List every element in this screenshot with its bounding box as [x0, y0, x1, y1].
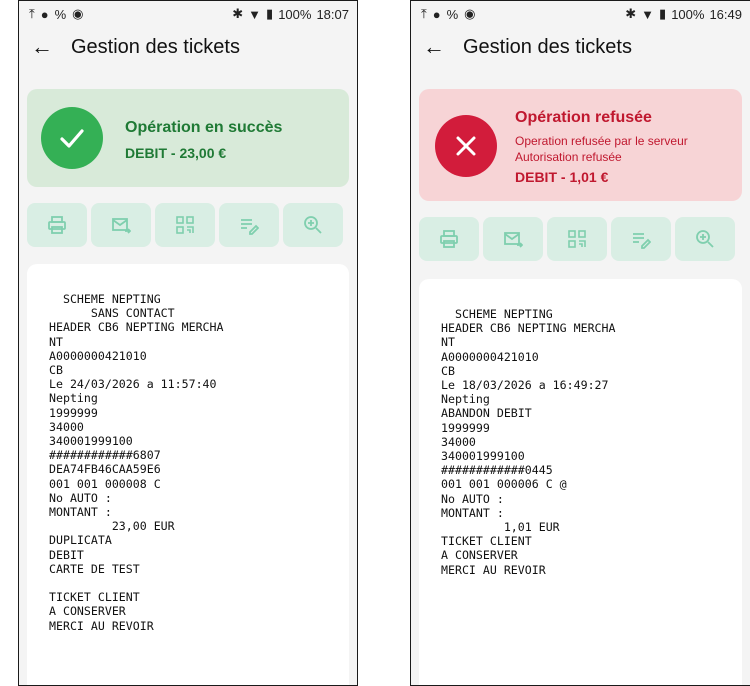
result-title: Opération refusée: [515, 109, 652, 126]
page-title: Gestion des tickets: [463, 35, 632, 58]
ticket-receipt: SCHEME NEPTING SANS CONTACT HEADER CB6 N…: [27, 264, 349, 685]
result-amount: DEBIT - 1,01 €: [515, 169, 609, 185]
system-icons: ✱ ▼ ▮ 100% 18:07: [232, 6, 349, 22]
shield-icon: ◉: [464, 6, 476, 21]
qr-code-button[interactable]: [155, 203, 215, 247]
app-icon: ●: [40, 6, 49, 22]
bluetooth-icon: ✱: [625, 6, 637, 21]
phone-screen-refused: ⤒ ● % ◉ ✱ ▼ ▮ 100% 16:49 ← Gestion des t…: [410, 0, 750, 686]
operation-result-card: Opération en succès DEBIT - 23,00 €: [27, 89, 349, 187]
upload-icon: ⤒: [421, 6, 427, 21]
ticket-text: SCHEME NEPTING HEADER CB6 NEPTING MERCHA…: [441, 307, 616, 577]
zoom-in-icon: [304, 216, 322, 234]
system-icons: ✱ ▼ ▮ 100% 16:49: [625, 6, 742, 22]
app-bar: ← Gestion des tickets: [19, 27, 357, 67]
edit-list-button[interactable]: [219, 203, 279, 247]
edit-list-icon: [241, 219, 259, 235]
app-bar: ← Gestion des tickets: [411, 27, 750, 67]
notification-icons: ⤒ ● % ◉: [29, 6, 84, 22]
ticket-actions: [27, 203, 349, 247]
shield-icon: ◉: [72, 6, 84, 21]
qr-code-button[interactable]: [547, 217, 607, 261]
link-icon: %: [54, 6, 67, 22]
wifi-icon: ▼: [248, 6, 262, 22]
notification-icons: ⤒ ● % ◉: [421, 6, 476, 22]
edit-list-icon: [633, 233, 651, 249]
print-icon: [440, 230, 458, 248]
wifi-icon: ▼: [641, 6, 655, 22]
app-icon: ●: [432, 6, 441, 22]
battery-level: 100%: [278, 6, 312, 22]
bluetooth-icon: ✱: [232, 6, 244, 21]
back-arrow-icon[interactable]: ←: [31, 36, 53, 58]
email-button[interactable]: [483, 217, 543, 261]
phone-screen-success: ⤒ ● % ◉ ✱ ▼ ▮ 100% 18:07 ← Gestion des t…: [18, 0, 358, 686]
clock: 18:07: [316, 6, 349, 22]
clock: 16:49: [709, 6, 742, 22]
success-check-icon: [41, 107, 103, 169]
result-amount: DEBIT - 23,00 €: [125, 145, 227, 161]
battery-level: 100%: [671, 6, 705, 22]
status-bar: ⤒ ● % ◉ ✱ ▼ ▮ 100% 16:49: [411, 1, 750, 27]
print-button[interactable]: [27, 203, 87, 247]
print-button[interactable]: [419, 217, 479, 261]
ticket-actions: [419, 217, 742, 261]
email-icon: [504, 232, 523, 248]
back-arrow-icon[interactable]: ←: [423, 36, 445, 58]
zoom-button[interactable]: [675, 217, 735, 261]
link-icon: %: [446, 6, 459, 22]
edit-list-button[interactable]: [611, 217, 671, 261]
print-icon: [48, 216, 66, 234]
email-icon: [112, 218, 131, 234]
ticket-receipt: SCHEME NEPTING HEADER CB6 NEPTING MERCHA…: [419, 279, 742, 685]
ticket-text: SCHEME NEPTING SANS CONTACT HEADER CB6 N…: [49, 292, 224, 633]
battery-icon: ▮: [659, 6, 667, 21]
zoom-button[interactable]: [283, 203, 343, 247]
page-title: Gestion des tickets: [71, 35, 240, 58]
battery-icon: ▮: [266, 6, 274, 21]
qr-code-icon: [176, 216, 194, 234]
email-button[interactable]: [91, 203, 151, 247]
status-bar: ⤒ ● % ◉ ✱ ▼ ▮ 100% 18:07: [19, 1, 357, 27]
error-cross-icon: [435, 115, 497, 177]
operation-result-card: Opération refusée Operation refusée par …: [419, 89, 742, 201]
result-title: Opération en succès: [125, 119, 283, 136]
qr-code-icon: [568, 230, 586, 248]
zoom-in-icon: [696, 230, 714, 248]
upload-icon: ⤒: [29, 6, 35, 21]
result-detail-2: Autorisation refusée: [515, 150, 622, 164]
result-detail-1: Operation refusée par le serveur: [515, 134, 688, 148]
